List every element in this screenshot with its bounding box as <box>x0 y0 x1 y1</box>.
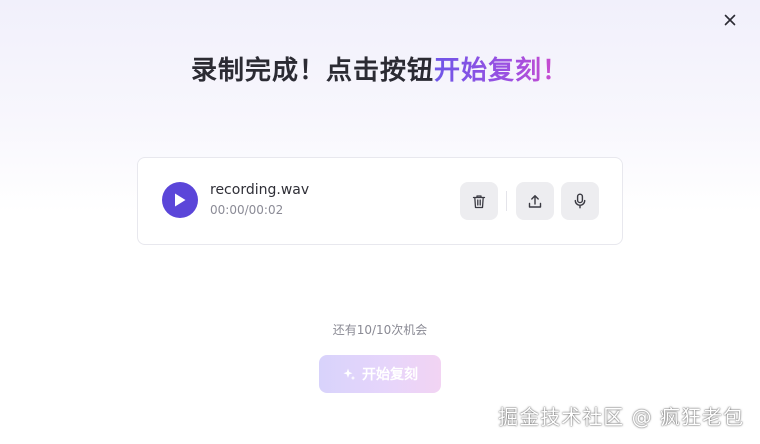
trash-icon <box>472 194 486 208</box>
microphone-icon <box>574 193 586 209</box>
delete-button[interactable] <box>460 182 498 220</box>
close-button[interactable] <box>720 10 740 30</box>
audio-card: recording.wav 00:00/00:02 <box>137 157 623 245</box>
upload-button[interactable] <box>516 182 554 220</box>
title-prefix: 录制完成！点击按钮 <box>190 56 434 86</box>
remaining-attempts: 还有10/10次机会 <box>332 323 428 337</box>
title-accent: 开始复刻！ <box>434 56 570 86</box>
watermark: 掘金技术社区 @ 疯狂老包 <box>498 405 744 429</box>
start-button-label: 开始复刻 <box>362 367 418 383</box>
audio-time: 00:00/00:02 <box>210 203 284 217</box>
play-icon <box>175 193 186 207</box>
play-button[interactable] <box>162 182 198 218</box>
record-button[interactable] <box>561 182 599 220</box>
close-icon <box>724 14 736 26</box>
dialog-title: 录制完成！点击按钮开始复刻！ <box>0 50 760 87</box>
sparkle-icon <box>343 368 356 381</box>
start-replicate-button[interactable]: 开始复刻 <box>319 355 441 393</box>
replicate-dialog: 录制完成！点击按钮开始复刻！ recording.wav 00:00/00:02 <box>0 0 760 444</box>
upload-icon <box>528 194 542 208</box>
audio-file-name: recording.wav <box>210 182 310 198</box>
divider <box>506 191 507 211</box>
